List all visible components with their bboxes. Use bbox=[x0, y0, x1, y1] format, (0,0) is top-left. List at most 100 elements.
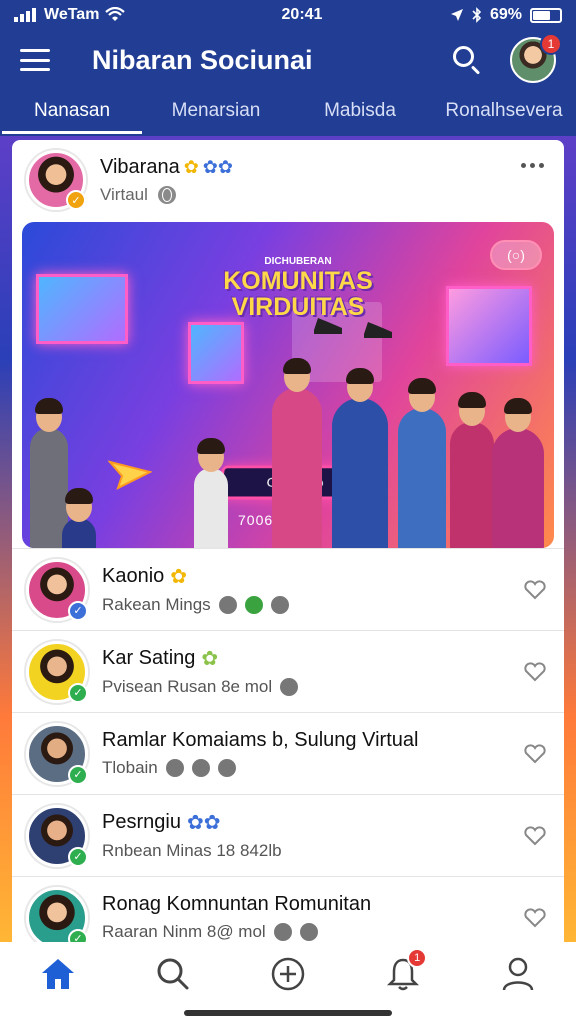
item-subtitle-text: Pvisean Rusan 8e mol bbox=[102, 677, 273, 696]
tab-nanasan[interactable]: Nanasan bbox=[0, 90, 144, 136]
status-right: 69% bbox=[450, 6, 562, 24]
dot-icon bbox=[539, 162, 544, 168]
list-item[interactable]: ✓ Kar Sating ✿ Pvisean Rusan 8e mol bbox=[12, 630, 564, 712]
item-subtitle: Tlobain bbox=[102, 758, 520, 778]
item-subtitle-text: Rakean Mings bbox=[102, 595, 211, 614]
more-options-button[interactable] bbox=[515, 157, 550, 174]
tab-mabisda[interactable]: Mabisda bbox=[288, 90, 432, 136]
item-subtitle: Rnbean Minas 18 842lb bbox=[102, 841, 520, 861]
profile-icon bbox=[503, 957, 534, 991]
item-avatar[interactable]: ✓ bbox=[26, 804, 88, 867]
verified-badge-icon: ✓ bbox=[66, 190, 86, 210]
banner-title-line1: KOMUNITAS bbox=[223, 267, 373, 295]
banner-toggle-button[interactable]: (○) bbox=[490, 240, 542, 270]
like-button[interactable] bbox=[520, 739, 550, 769]
feed-card: ✓ Vibarana ✿ ✿✿ Virtaul DICHUBERAN KOMUN… bbox=[12, 140, 564, 942]
tab-ronalhsevera[interactable]: Ronalhsevera bbox=[432, 90, 576, 136]
item-title: Kar Sating ✿ bbox=[102, 646, 520, 671]
person-figure bbox=[450, 392, 494, 548]
verified-badge-icon: ✓ bbox=[68, 846, 88, 867]
nav-add-button[interactable] bbox=[230, 954, 345, 994]
hamburger-line bbox=[20, 68, 50, 71]
tab-bar: Nanasan Menarsian Mabisda Ronalhsevera bbox=[0, 90, 576, 136]
item-avatar[interactable]: ✓ bbox=[26, 640, 88, 703]
like-button[interactable] bbox=[520, 821, 550, 851]
globe-icon bbox=[217, 759, 236, 777]
item-avatar[interactable]: ✓ bbox=[26, 886, 88, 942]
hamburger-line bbox=[20, 58, 50, 62]
verified-badge-icon: ✓ bbox=[68, 928, 88, 942]
home-indicator[interactable] bbox=[184, 1010, 392, 1016]
search-icon bbox=[157, 958, 189, 990]
tab-menarsian[interactable]: Menarsian bbox=[144, 90, 288, 136]
battery-fill bbox=[533, 10, 551, 20]
list-item[interactable]: ✓ Pesrngiu ✿✿ Rnbean Minas 18 842lb bbox=[12, 794, 564, 876]
profile-avatar[interactable]: 1 bbox=[510, 33, 562, 83]
menu-button[interactable] bbox=[20, 49, 50, 71]
sneaker-icon bbox=[364, 322, 392, 338]
post-author-avatar[interactable]: ✓ bbox=[26, 150, 86, 210]
location-icon bbox=[450, 9, 463, 21]
person-figure bbox=[272, 358, 322, 548]
item-meta: Kar Sating ✿ Pvisean Rusan 8e mol bbox=[102, 646, 520, 697]
item-avatar[interactable]: ✓ bbox=[26, 722, 88, 785]
item-title: Ramlar Komaiams b, Sulung Virtual bbox=[102, 729, 520, 752]
item-title-text: Kaonio bbox=[102, 565, 165, 587]
status-bar: WeTam 20:41 69% bbox=[0, 0, 576, 30]
heart-icon bbox=[524, 743, 546, 763]
list-item[interactable]: ✓ Kaonio ✿ Rakean Mings bbox=[12, 548, 564, 630]
dot-icon bbox=[530, 162, 535, 168]
reaction-icon bbox=[299, 923, 318, 941]
person-figure bbox=[398, 378, 446, 548]
paper-plane-icon bbox=[108, 460, 152, 490]
search-icon bbox=[453, 46, 474, 67]
nav-home-button[interactable] bbox=[0, 954, 115, 994]
item-subtitle: Pvisean Rusan 8e mol bbox=[102, 677, 520, 697]
app-title: Nibaran Sociunai bbox=[92, 44, 313, 75]
post-banner-image[interactable]: DICHUBERAN KOMUNITAS VIRDUITAS (○) Oircu… bbox=[22, 222, 554, 548]
banner-title: DICHUBERAN KOMUNITAS VIRDUITAS bbox=[208, 256, 388, 320]
globe-icon bbox=[270, 596, 289, 614]
virtual-screen bbox=[36, 274, 128, 344]
verified-badge-icon: ✓ bbox=[68, 682, 88, 703]
search-icon-handle bbox=[470, 65, 481, 75]
globe-icon bbox=[157, 185, 176, 204]
like-button[interactable] bbox=[520, 657, 550, 687]
item-title: Pesrngiu ✿✿ bbox=[102, 810, 520, 835]
post-subtitle: Virtaul bbox=[100, 185, 515, 205]
flower-icon: ✿ bbox=[201, 648, 219, 670]
verified-badge-icon: ✓ bbox=[68, 764, 88, 785]
item-subtitle-text: Rnbean Minas 18 842lb bbox=[102, 841, 282, 860]
sunflower-icon: ✿ bbox=[170, 566, 188, 588]
person-figure bbox=[332, 368, 388, 548]
verified-badge-icon: ✓ bbox=[68, 600, 88, 621]
app-bar: Nibaran Sociunai 1 bbox=[0, 30, 576, 90]
item-meta: Ramlar Komaiams b, Sulung Virtual Tlobai… bbox=[102, 729, 520, 778]
heart-icon bbox=[524, 579, 546, 599]
bluetooth-icon bbox=[472, 7, 482, 23]
list-item[interactable]: ✓ Ramlar Komaiams b, Sulung Virtual Tlob… bbox=[12, 712, 564, 794]
item-title-text: Ronag Komnuntan Romunitan bbox=[102, 893, 372, 915]
item-avatar[interactable]: ✓ bbox=[26, 558, 88, 621]
globe-icon bbox=[273, 923, 292, 941]
nav-notifications-button[interactable]: 1 bbox=[346, 948, 461, 994]
item-subtitle: Raaran Ninm 8@ mol bbox=[102, 922, 520, 942]
item-subtitle-text: Raaran Ninm 8@ mol bbox=[102, 922, 266, 941]
list-item[interactable]: ✓ Ronag Komnuntan Romunitan Raaran Ninm … bbox=[12, 876, 564, 942]
like-button[interactable] bbox=[520, 575, 550, 605]
post-header: ✓ Vibarana ✿ ✿✿ Virtaul bbox=[12, 140, 564, 220]
like-button[interactable] bbox=[520, 903, 550, 933]
add-icon bbox=[271, 957, 305, 991]
heart-reaction-icon bbox=[244, 596, 263, 614]
search-button[interactable] bbox=[450, 43, 484, 77]
item-meta: Kaonio ✿ Rakean Mings bbox=[102, 564, 520, 615]
nav-search-button[interactable] bbox=[115, 954, 230, 994]
item-subtitle: Rakean Mings bbox=[102, 595, 520, 615]
battery-icon bbox=[530, 7, 562, 23]
nav-profile-button[interactable] bbox=[461, 954, 576, 994]
person-figure bbox=[62, 488, 96, 548]
hamburger-line bbox=[20, 49, 50, 52]
reaction-icon bbox=[218, 596, 237, 614]
item-subtitle-text: Tlobain bbox=[102, 758, 158, 777]
virtual-screen bbox=[188, 322, 244, 384]
